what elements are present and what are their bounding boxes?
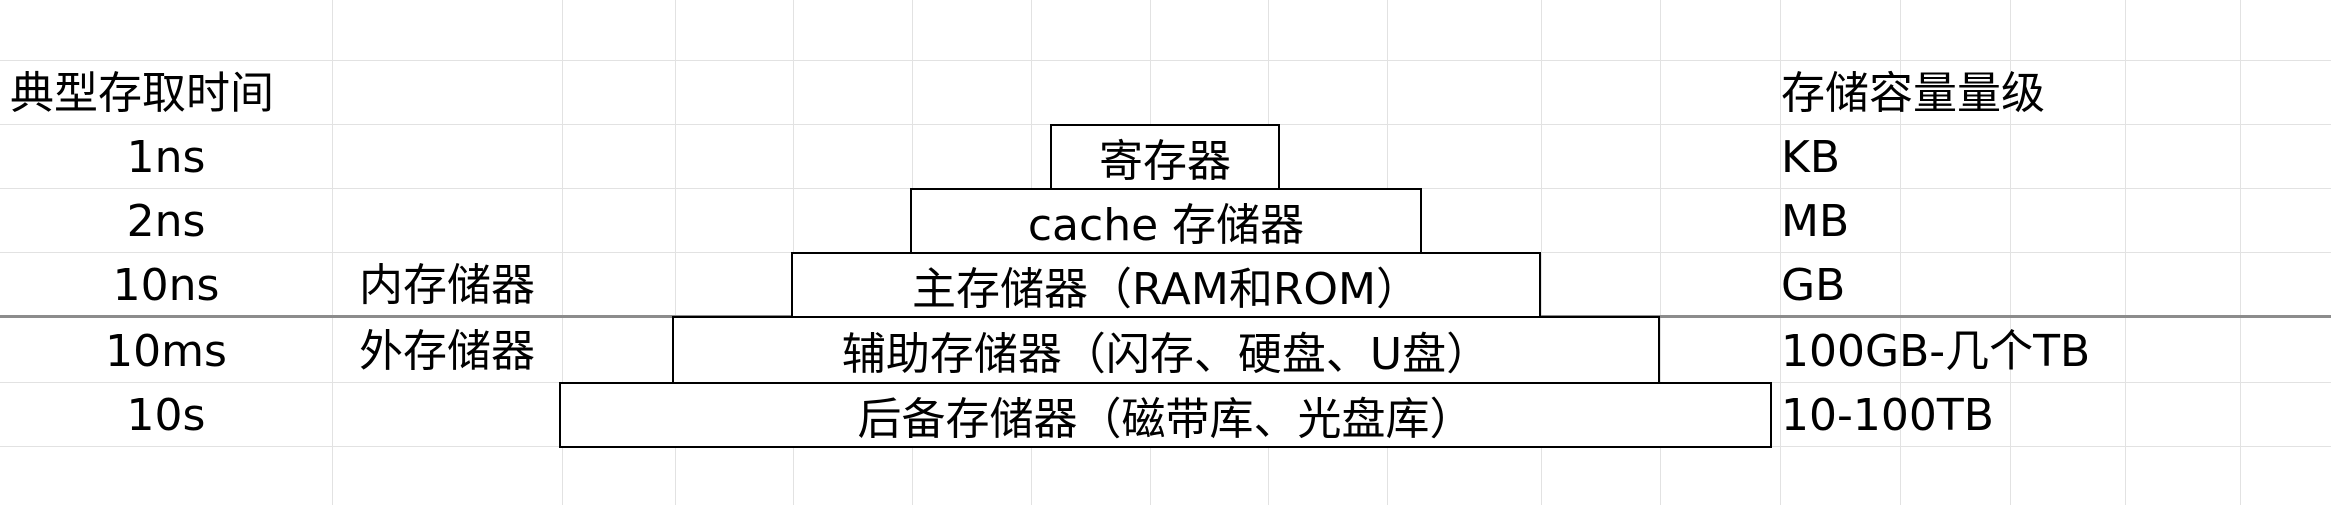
backup-storage-tier-box: 后备存储器（磁带库、光盘库） xyxy=(559,382,1772,448)
access-time-cell: 2ns xyxy=(126,196,206,247)
capacity-header: 存储容量量级 xyxy=(1781,68,2045,119)
access-time-cell: 10s xyxy=(126,390,206,441)
capacity-cell: 100GB-几个TB xyxy=(1781,326,2091,377)
internal-memory-label: 内存储器 xyxy=(359,260,535,311)
auxiliary-storage-tier-box: 辅助存储器（闪存、硬盘、U盘） xyxy=(672,316,1660,384)
access-time-cell: 10ns xyxy=(112,260,220,311)
capacity-cell: GB xyxy=(1781,260,1846,311)
capacity-cell: MB xyxy=(1781,196,1850,247)
access-time-cell: 10ms xyxy=(105,326,227,377)
register-tier-box: 寄存器 xyxy=(1050,124,1280,190)
gridline-horizontal xyxy=(0,60,2331,61)
capacity-cell: 10-100TB xyxy=(1781,390,1994,441)
spreadsheet-grid: 典型存取时间 存储容量量级 1ns 2ns 10ns 10ms 10s 内存储器… xyxy=(0,0,2331,505)
access-time-cell: 1ns xyxy=(126,132,206,183)
access-time-header: 典型存取时间 xyxy=(10,68,274,119)
external-memory-label: 外存储器 xyxy=(359,326,535,377)
capacity-cell: KB xyxy=(1781,132,1841,183)
cache-tier-box: cache 存储器 xyxy=(910,188,1422,254)
main-memory-tier-box: 主存储器（RAM和ROM） xyxy=(791,252,1541,318)
